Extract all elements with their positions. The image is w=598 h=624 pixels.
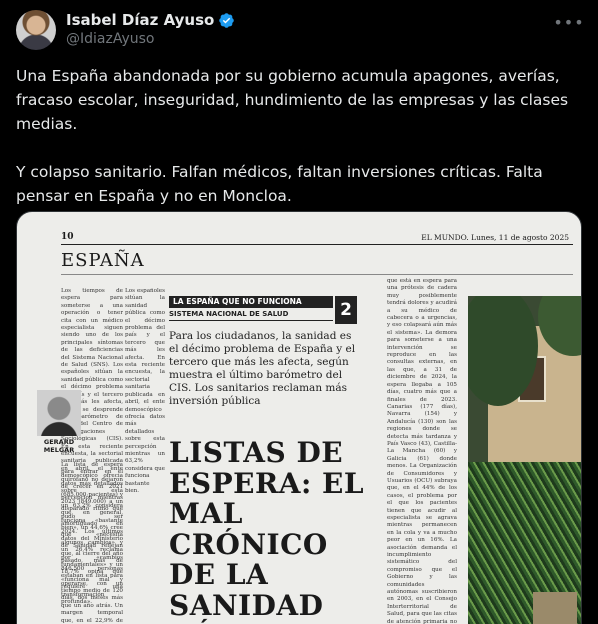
series-kicker: LA ESPAÑA QUE NO FUNCIONA xyxy=(169,296,333,308)
post-header: Isabel Díaz Ayuso @IdiazAyuso ••• xyxy=(16,10,584,50)
divider xyxy=(61,244,573,245)
section-title: ESPAÑA xyxy=(61,250,145,271)
verified-badge-icon xyxy=(219,12,235,28)
more-horizontal-icon[interactable]: ••• xyxy=(553,12,583,32)
author-name[interactable]: Isabel Díaz Ayuso xyxy=(66,11,214,29)
author-handle[interactable]: @IdiazAyuso xyxy=(66,31,154,47)
page-number: 10 xyxy=(61,232,74,242)
article-column: Los españoles sitúan la sanidad pública … xyxy=(125,288,165,494)
series-subkicker: SISTEMA NACIONAL DE SALUD xyxy=(169,310,333,321)
article-headline: LISTAS DE ESPERA: EL MAL CRÓNICO DE LA S… xyxy=(169,436,365,624)
byline: GERARD MELGAR xyxy=(43,438,75,454)
post-image[interactable]: 10 EL MUNDO. Lunes, 11 de agosto 2025 ES… xyxy=(16,211,582,624)
author-photo xyxy=(37,390,81,436)
author-row: Isabel Díaz Ayuso xyxy=(66,11,235,29)
planter xyxy=(533,592,577,624)
avatar[interactable] xyxy=(16,10,56,50)
series-number: 2 xyxy=(335,296,357,324)
article-photo xyxy=(468,296,581,624)
divider xyxy=(61,274,573,275)
article-subhead: Para los ciudadanos, la sanidad es el dé… xyxy=(169,330,356,407)
article-column: La lista de espera para entrar en el qui… xyxy=(61,462,123,624)
masthead-date: EL MUNDO. Lunes, 11 de agosto 2025 xyxy=(421,233,569,242)
post-text: Una España abandonada por su gobierno ac… xyxy=(16,67,569,205)
newspaper-page: 10 EL MUNDO. Lunes, 11 de agosto 2025 ES… xyxy=(17,212,581,624)
article-column: que está en espera para una prótesis de … xyxy=(387,278,457,624)
